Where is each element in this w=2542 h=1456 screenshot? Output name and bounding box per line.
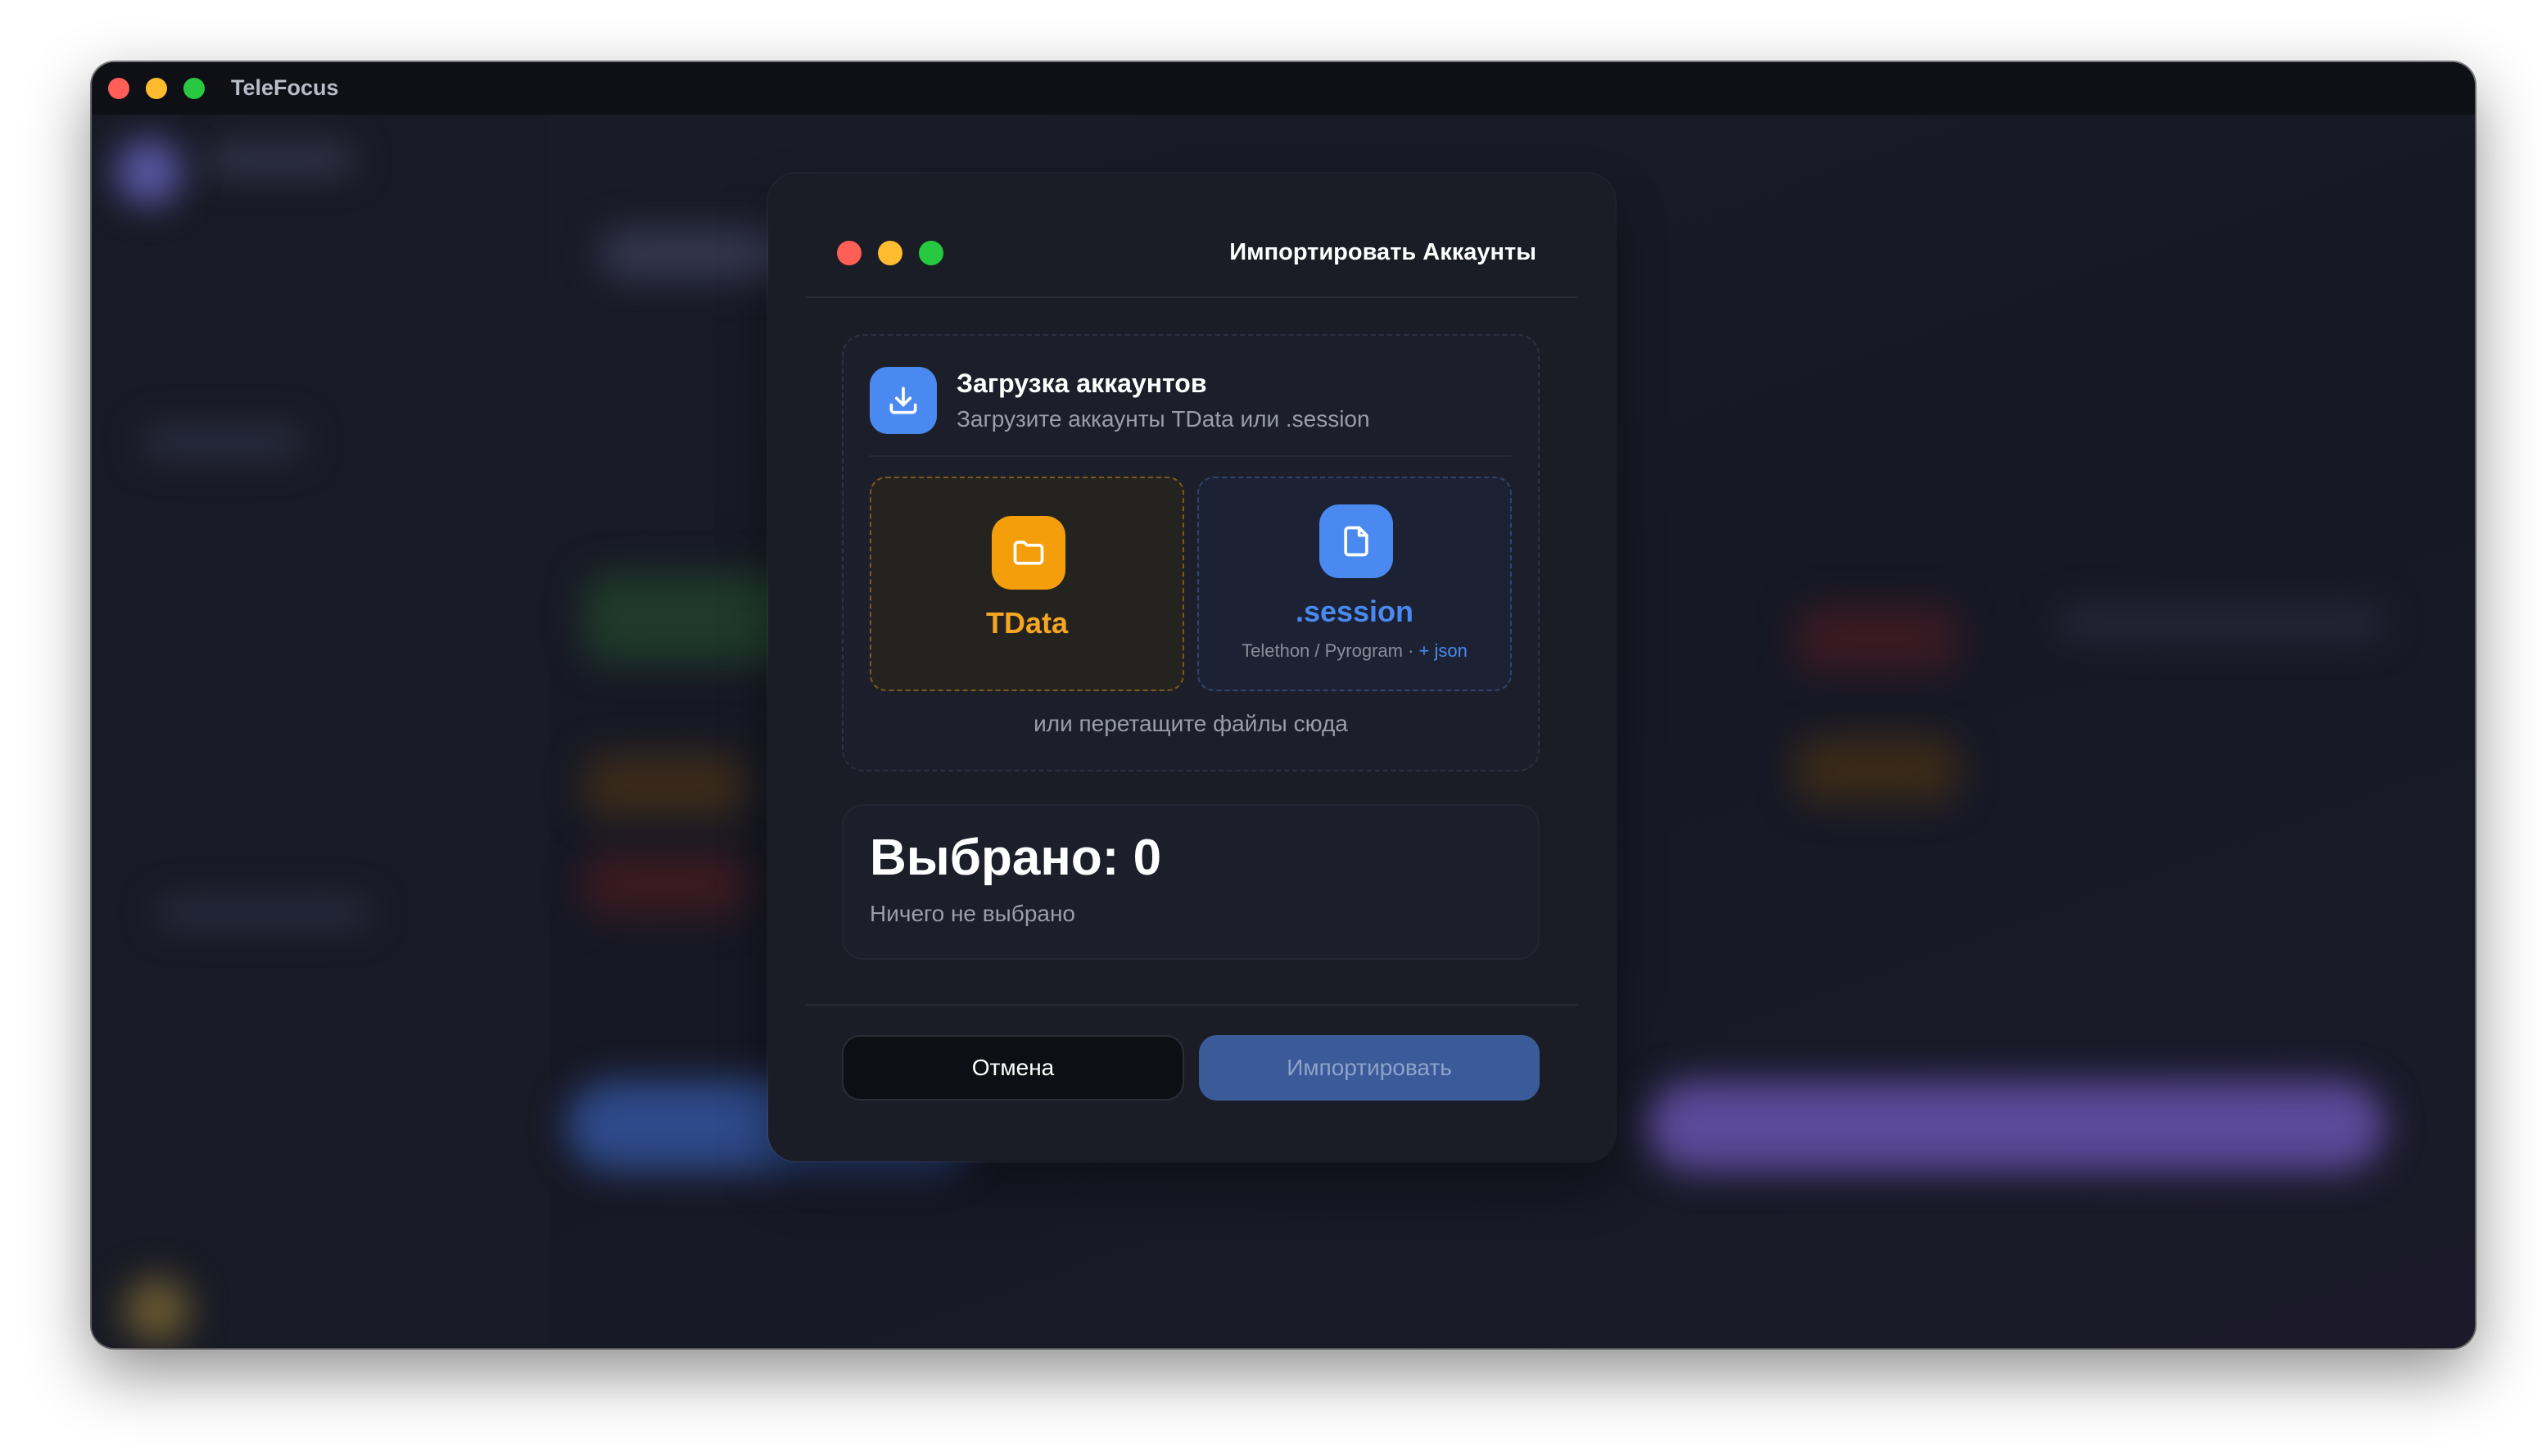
window-titlebar: TeleFocus <box>92 62 2475 115</box>
session-formats: Telethon / Pyrogram · + json <box>1199 640 1510 662</box>
dialog-close-button[interactable] <box>837 241 862 265</box>
background-blur-shape <box>206 147 354 172</box>
session-formats-accent: + json <box>1418 640 1468 661</box>
dialog-maximize-button[interactable] <box>919 241 943 265</box>
background-blur-shape <box>157 901 370 925</box>
session-formats-text: Telethon / Pyrogram · <box>1242 640 1419 661</box>
app-title: TeleFocus <box>231 75 339 100</box>
selection-summary: Выбрано: 0 Ничего не выбрано <box>842 804 1540 960</box>
background-blur-shape <box>141 426 305 459</box>
import-accounts-dialog: Импортировать Аккаунты Загрузка аккаунто… <box>768 174 1615 1161</box>
download-tray-icon <box>870 367 937 434</box>
dialog-title: Импортировать Аккаунты <box>1229 239 1536 265</box>
upload-subtitle: Загрузите аккаунты TData или .session <box>957 406 1370 432</box>
window-minimize-button[interactable] <box>146 78 167 99</box>
session-option-button[interactable]: .session Telethon / Pyrogram · + json <box>1197 477 1512 691</box>
cancel-button[interactable]: Отмена <box>842 1035 1184 1101</box>
dialog-minimize-button[interactable] <box>878 241 902 265</box>
background-blur-shape <box>1648 1081 2385 1171</box>
background-blur-shape <box>1795 606 1959 671</box>
upload-divider <box>870 455 1512 457</box>
folder-icon <box>992 516 1065 590</box>
drop-hint: или перетащите файлы сюда <box>1034 711 1348 736</box>
session-label: .session <box>1295 595 1414 628</box>
selection-count: Выбрано: 0 <box>870 830 1162 886</box>
background-blur-shape <box>1795 737 1959 803</box>
file-icon <box>1319 504 1393 578</box>
tdata-option-button[interactable]: TData <box>870 477 1184 691</box>
upload-dropzone[interactable]: Загрузка аккаунтов Загрузите аккаунты TD… <box>842 334 1540 771</box>
background-avatar <box>116 139 182 205</box>
window-close-button[interactable] <box>108 78 129 99</box>
background-blur-shape <box>583 753 747 819</box>
dialog-footer-divider <box>806 1004 1577 1006</box>
selection-status: Ничего не выбрано <box>870 901 1076 926</box>
background-blur-shape <box>583 852 747 917</box>
background-blur-shape <box>2057 606 2385 639</box>
window-maximize-button[interactable] <box>183 78 205 99</box>
tdata-label: TData <box>985 606 1069 640</box>
dialog-header-divider <box>806 296 1577 298</box>
import-button[interactable]: Импортировать <box>1199 1035 1540 1101</box>
upload-title: Загрузка аккаунтов <box>957 369 1207 398</box>
background-blur-shape <box>124 1277 190 1343</box>
background-sidebar <box>92 115 550 1348</box>
